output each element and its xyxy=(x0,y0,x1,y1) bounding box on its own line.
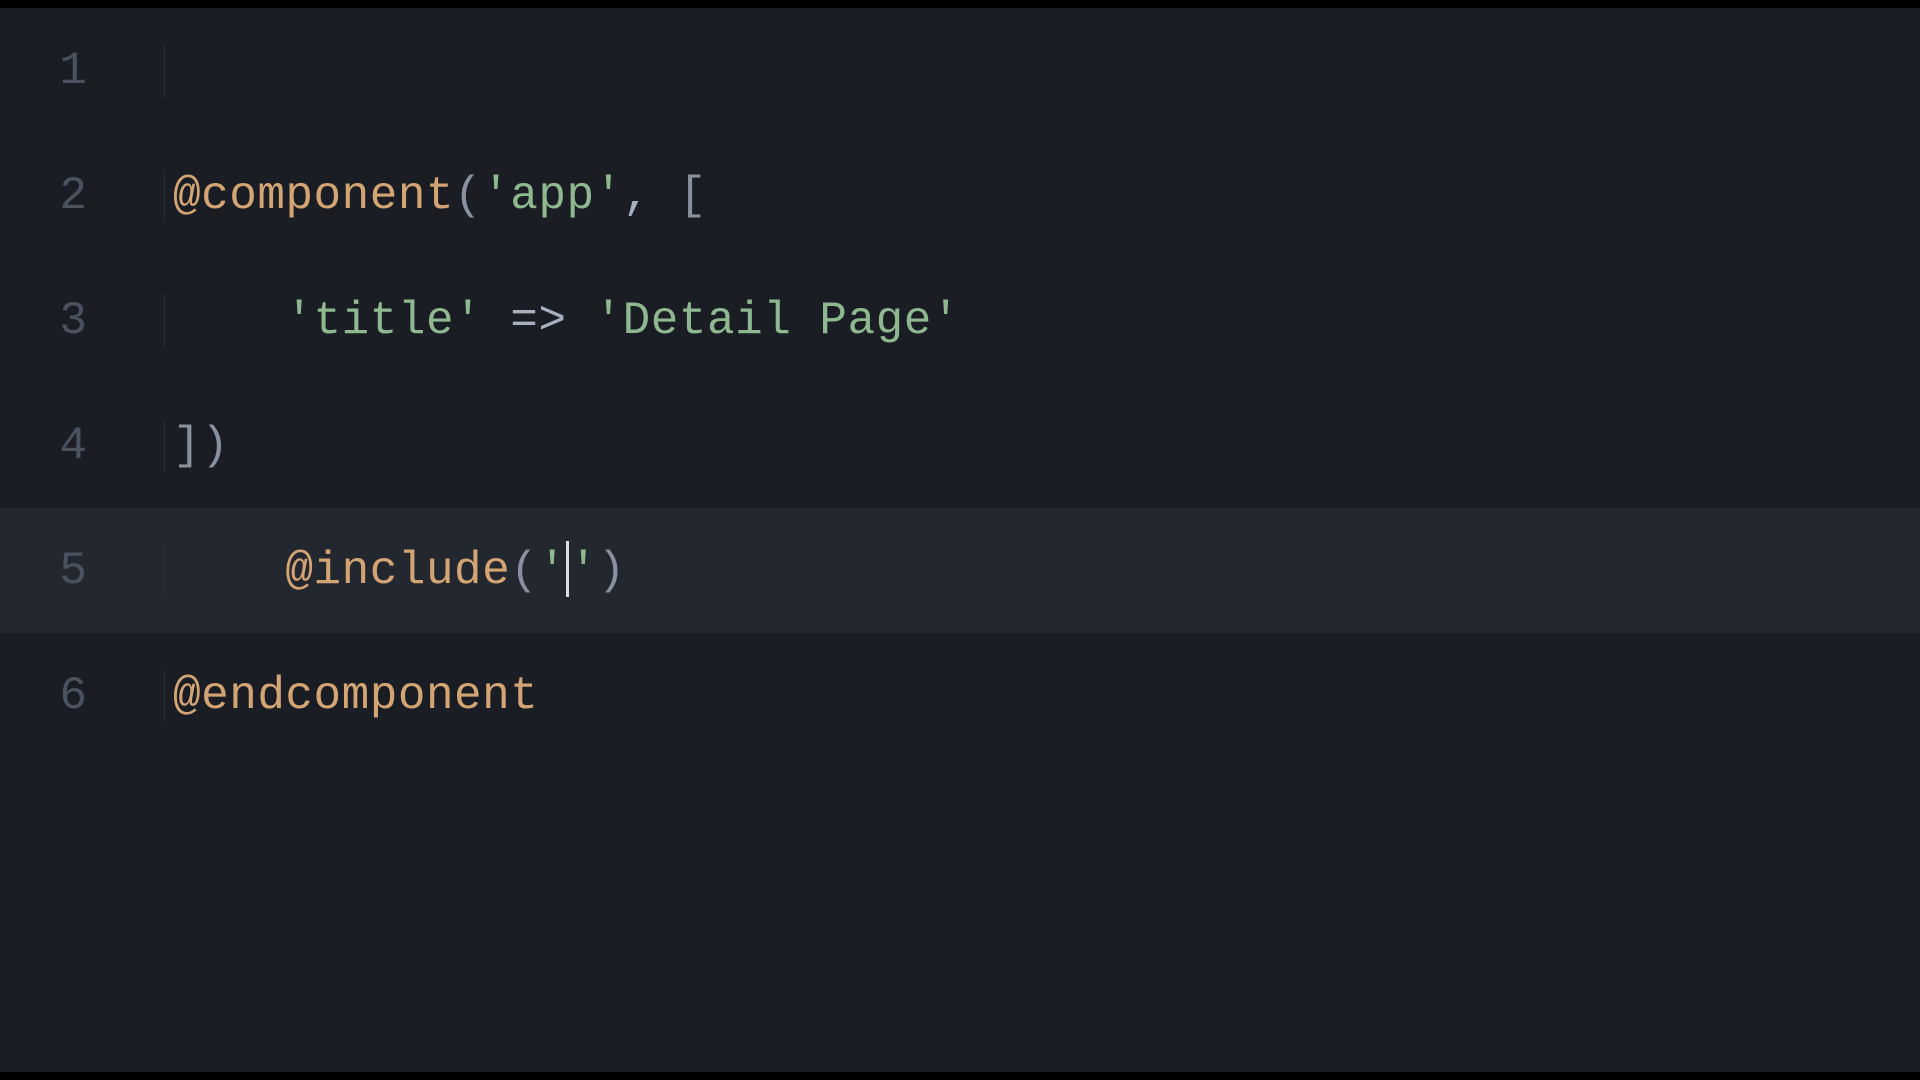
code-line[interactable]: 3 'title' => 'Detail Page' xyxy=(0,258,1920,383)
code-line[interactable]: 2@component('app', [ xyxy=(0,133,1920,258)
code-token: 'Detail Page' xyxy=(595,295,960,347)
code-token: ( xyxy=(510,545,538,597)
code-line[interactable]: 4]) xyxy=(0,383,1920,508)
code-content[interactable]: @endcomponent xyxy=(165,670,538,722)
code-token: ' xyxy=(569,545,597,597)
code-line[interactable]: 5 @include('') xyxy=(0,508,1920,633)
line-number: 5 xyxy=(0,545,165,597)
line-number: 4 xyxy=(0,420,165,472)
line-number: 6 xyxy=(0,670,165,722)
code-token: => xyxy=(482,295,594,347)
code-token: @component xyxy=(173,170,454,222)
code-token: @endcomponent xyxy=(173,670,538,722)
code-token: , xyxy=(623,170,679,222)
letterbox-bottom xyxy=(0,1072,1920,1080)
line-number: 1 xyxy=(0,45,165,97)
text-cursor xyxy=(566,541,569,597)
code-token: ' xyxy=(538,545,566,597)
letterbox-top xyxy=(0,0,1920,8)
code-content[interactable]: 'title' => 'Detail Page' xyxy=(165,295,960,347)
code-token: ]) xyxy=(173,420,229,472)
code-line[interactable]: 6@endcomponent xyxy=(0,633,1920,758)
code-token: 'title' xyxy=(285,295,482,347)
code-token: 'app' xyxy=(482,170,623,222)
code-content[interactable]: @include('') xyxy=(165,543,626,599)
code-content[interactable]: @component('app', [ xyxy=(165,170,707,222)
code-content[interactable]: ]) xyxy=(165,420,229,472)
code-editor[interactable]: 12@component('app', [3 'title' => 'Detai… xyxy=(0,0,1920,1080)
line-number: 3 xyxy=(0,295,165,347)
code-token: [ xyxy=(679,170,707,222)
code-line[interactable]: 1 xyxy=(0,8,1920,133)
code-token: @include xyxy=(285,545,510,597)
code-token: ) xyxy=(598,545,626,597)
line-number: 2 xyxy=(0,170,165,222)
code-token: ( xyxy=(454,170,482,222)
